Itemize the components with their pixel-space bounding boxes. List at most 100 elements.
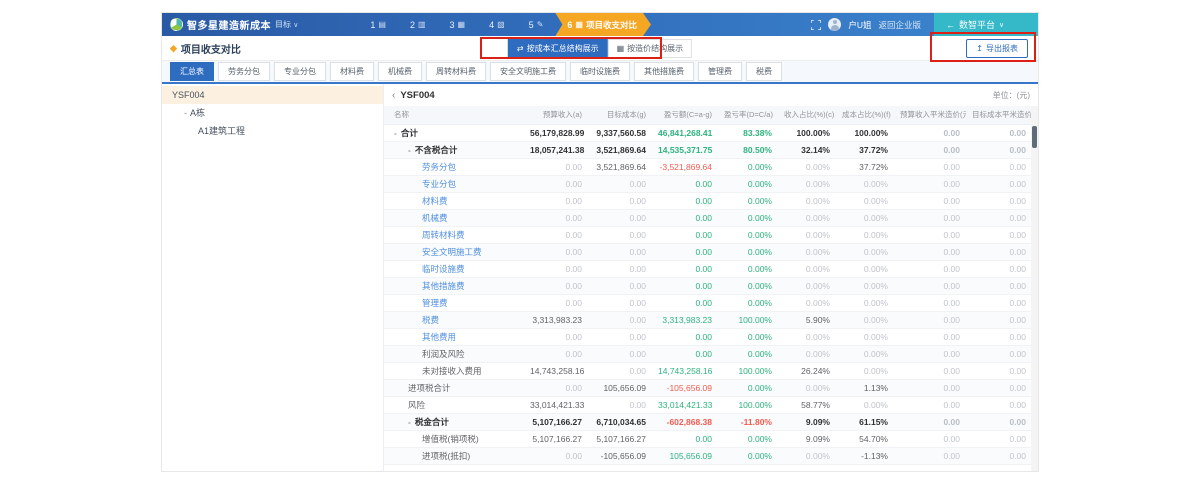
value-cell: 0.00 bbox=[966, 311, 1032, 328]
table-row: -不含税合计18,057,241.383,521,869.6414,535,37… bbox=[384, 141, 1032, 158]
value-cell: 0.00% bbox=[778, 260, 836, 277]
row-name-cell[interactable]: 管理费 bbox=[384, 294, 524, 311]
nav-step-1[interactable]: 1▤ bbox=[358, 13, 398, 36]
value-cell: 0.00 bbox=[524, 379, 588, 396]
tab-11[interactable]: 税费 bbox=[746, 62, 782, 81]
value-cell: 14,743,258.16 bbox=[652, 362, 718, 379]
tab-9[interactable]: 其他措施费 bbox=[634, 62, 694, 81]
row-name-label: 进项税(抵扣) bbox=[422, 451, 470, 461]
row-collapse-icon[interactable]: - bbox=[408, 145, 411, 155]
value-cell: 0.00 bbox=[524, 345, 588, 362]
value-cell: 0.00 bbox=[894, 430, 966, 447]
row-name-cell[interactable]: -合计 bbox=[384, 124, 524, 141]
value-cell: 0.00% bbox=[836, 243, 894, 260]
value-cell: 0.00 bbox=[524, 192, 588, 209]
row-name-cell[interactable]: 周转材料费 bbox=[384, 226, 524, 243]
export-report-button[interactable]: ↥ 导出报表 bbox=[966, 39, 1028, 58]
value-cell: 9.09% bbox=[778, 413, 836, 430]
value-cell: 0.00 bbox=[894, 209, 966, 226]
column-header-8: 预算收入平米造价(元/m²)(h) bbox=[894, 106, 966, 124]
tab-2[interactable]: 劳务分包 bbox=[218, 62, 270, 81]
row-name-cell[interactable]: 临时设施费 bbox=[384, 260, 524, 277]
value-cell: 0.00% bbox=[718, 158, 778, 175]
nav-step-5[interactable]: 5✎ bbox=[517, 13, 556, 36]
view-toggle-button-1[interactable]: ⇄按成本汇总结构展示 bbox=[508, 39, 608, 58]
tab-5[interactable]: 机械费 bbox=[378, 62, 422, 81]
nav-step-3[interactable]: 3▦ bbox=[438, 13, 478, 36]
mode-dropdown[interactable]: 目标 ∨ bbox=[275, 19, 298, 30]
nav-step-6[interactable]: 6▦项目收支对比 bbox=[555, 13, 651, 36]
value-cell: 0.00% bbox=[836, 362, 894, 379]
row-name-cell[interactable]: 其他措施费 bbox=[384, 277, 524, 294]
value-cell: 3,313,983.23 bbox=[524, 311, 588, 328]
tab-3[interactable]: 专业分包 bbox=[274, 62, 326, 81]
value-cell: 0.00% bbox=[778, 379, 836, 396]
tab-4[interactable]: 材料费 bbox=[330, 62, 374, 81]
row-name-cell[interactable]: -不含税合计 bbox=[384, 141, 524, 158]
tree-item-A1建筑工程[interactable]: A1建筑工程 bbox=[162, 122, 383, 140]
tab-8[interactable]: 临时设施费 bbox=[570, 62, 630, 81]
toolbar: ◆ 项目收支对比 ⇄按成本汇总结构展示▦按造价结构展示 ↥ 导出报表 bbox=[162, 36, 1038, 61]
table-body: -合计56,179,828.999,337,560.5846,841,268.4… bbox=[384, 124, 1032, 464]
value-cell: 0.00 bbox=[894, 379, 966, 396]
value-cell: 0.00 bbox=[966, 328, 1032, 345]
row-collapse-icon[interactable]: - bbox=[394, 128, 397, 138]
vertical-scrollbar[interactable] bbox=[1031, 106, 1038, 471]
value-cell: 0.00% bbox=[718, 294, 778, 311]
value-cell: 0.00% bbox=[836, 192, 894, 209]
value-cell: 0.00% bbox=[718, 260, 778, 277]
nav-spacer bbox=[651, 13, 811, 36]
user-name: 户U姐 bbox=[848, 19, 871, 31]
nav-step-2[interactable]: 2▥ bbox=[398, 13, 438, 36]
value-cell: 14,535,371.75 bbox=[652, 141, 718, 158]
tab-7[interactable]: 安全文明施工费 bbox=[490, 62, 566, 81]
table-row: 进项税合计0.00105,656.09-105,656.090.00%0.00%… bbox=[384, 379, 1032, 396]
tree-item-YSF004[interactable]: YSF004 bbox=[162, 86, 383, 104]
row-name-cell[interactable]: 安全文明施工费 bbox=[384, 243, 524, 260]
nav-step-4[interactable]: 4▧ bbox=[477, 13, 517, 36]
user-avatar[interactable] bbox=[828, 18, 841, 31]
row-name-cell[interactable]: 劳务分包 bbox=[384, 158, 524, 175]
tab-10[interactable]: 管理费 bbox=[698, 62, 742, 81]
view-toggle-button-2[interactable]: ▦按造价结构展示 bbox=[608, 39, 693, 58]
value-cell: 0.00 bbox=[652, 260, 718, 277]
row-name-cell[interactable]: 税费 bbox=[384, 311, 524, 328]
value-cell: 6,710,034.65 bbox=[588, 413, 652, 430]
tree-collapse-icon[interactable]: - bbox=[184, 108, 187, 118]
value-cell: 0.00 bbox=[966, 243, 1032, 260]
row-name-cell[interactable]: 机械费 bbox=[384, 209, 524, 226]
value-cell: -105,656.09 bbox=[652, 379, 718, 396]
back-to-enterprise-link[interactable]: 返回企业版 bbox=[878, 19, 921, 31]
row-name-cell[interactable]: 其他费用 bbox=[384, 328, 524, 345]
tab-1[interactable]: 汇总表 bbox=[170, 62, 214, 81]
scrollbar-thumb[interactable] bbox=[1032, 126, 1037, 148]
table-row: 税费3,313,983.230.003,313,983.23100.00%5.9… bbox=[384, 311, 1032, 328]
value-cell: 0.00% bbox=[778, 209, 836, 226]
row-name-cell[interactable]: -税金合计 bbox=[384, 413, 524, 430]
value-cell: 46,841,268.41 bbox=[652, 124, 718, 141]
table-header-row: 名称预算收入(a)目标成本(g)盈亏额(C=a-g)盈亏率(D=C/a)收入占比… bbox=[384, 106, 1032, 124]
value-cell: 0.00 bbox=[524, 209, 588, 226]
value-cell: 33,014,421.33 bbox=[524, 396, 588, 413]
value-cell: 0.00% bbox=[718, 447, 778, 464]
tree-item-A栋[interactable]: -A栋 bbox=[162, 104, 383, 122]
value-cell: 3,521,869.64 bbox=[588, 141, 652, 158]
row-name-cell[interactable]: 专业分包 bbox=[384, 175, 524, 192]
value-cell: 0.00% bbox=[718, 328, 778, 345]
platform-dropdown[interactable]: ← 数智平台 ∨ bbox=[934, 13, 1038, 36]
value-cell: 105,656.09 bbox=[652, 447, 718, 464]
row-name-cell: 未对接收入费用 bbox=[384, 362, 524, 379]
value-cell: 9,337,560.58 bbox=[588, 124, 652, 141]
tree-item-label: A栋 bbox=[190, 108, 205, 118]
value-cell: 0.00% bbox=[778, 328, 836, 345]
collapse-left-icon[interactable]: ‹ bbox=[392, 90, 395, 101]
row-collapse-icon[interactable]: - bbox=[408, 417, 411, 427]
row-name-cell[interactable]: 材料费 bbox=[384, 192, 524, 209]
table-row: 劳务分包0.003,521,869.64-3,521,869.640.00%0.… bbox=[384, 158, 1032, 175]
fullscreen-icon[interactable] bbox=[811, 20, 821, 30]
structure-icon: ▦ bbox=[617, 44, 625, 53]
value-cell: 0.00% bbox=[836, 226, 894, 243]
table-row: 临时设施费0.000.000.000.00%0.00%0.00%0.000.00 bbox=[384, 260, 1032, 277]
value-cell: 0.00% bbox=[836, 328, 894, 345]
tab-6[interactable]: 周转材料费 bbox=[426, 62, 486, 81]
